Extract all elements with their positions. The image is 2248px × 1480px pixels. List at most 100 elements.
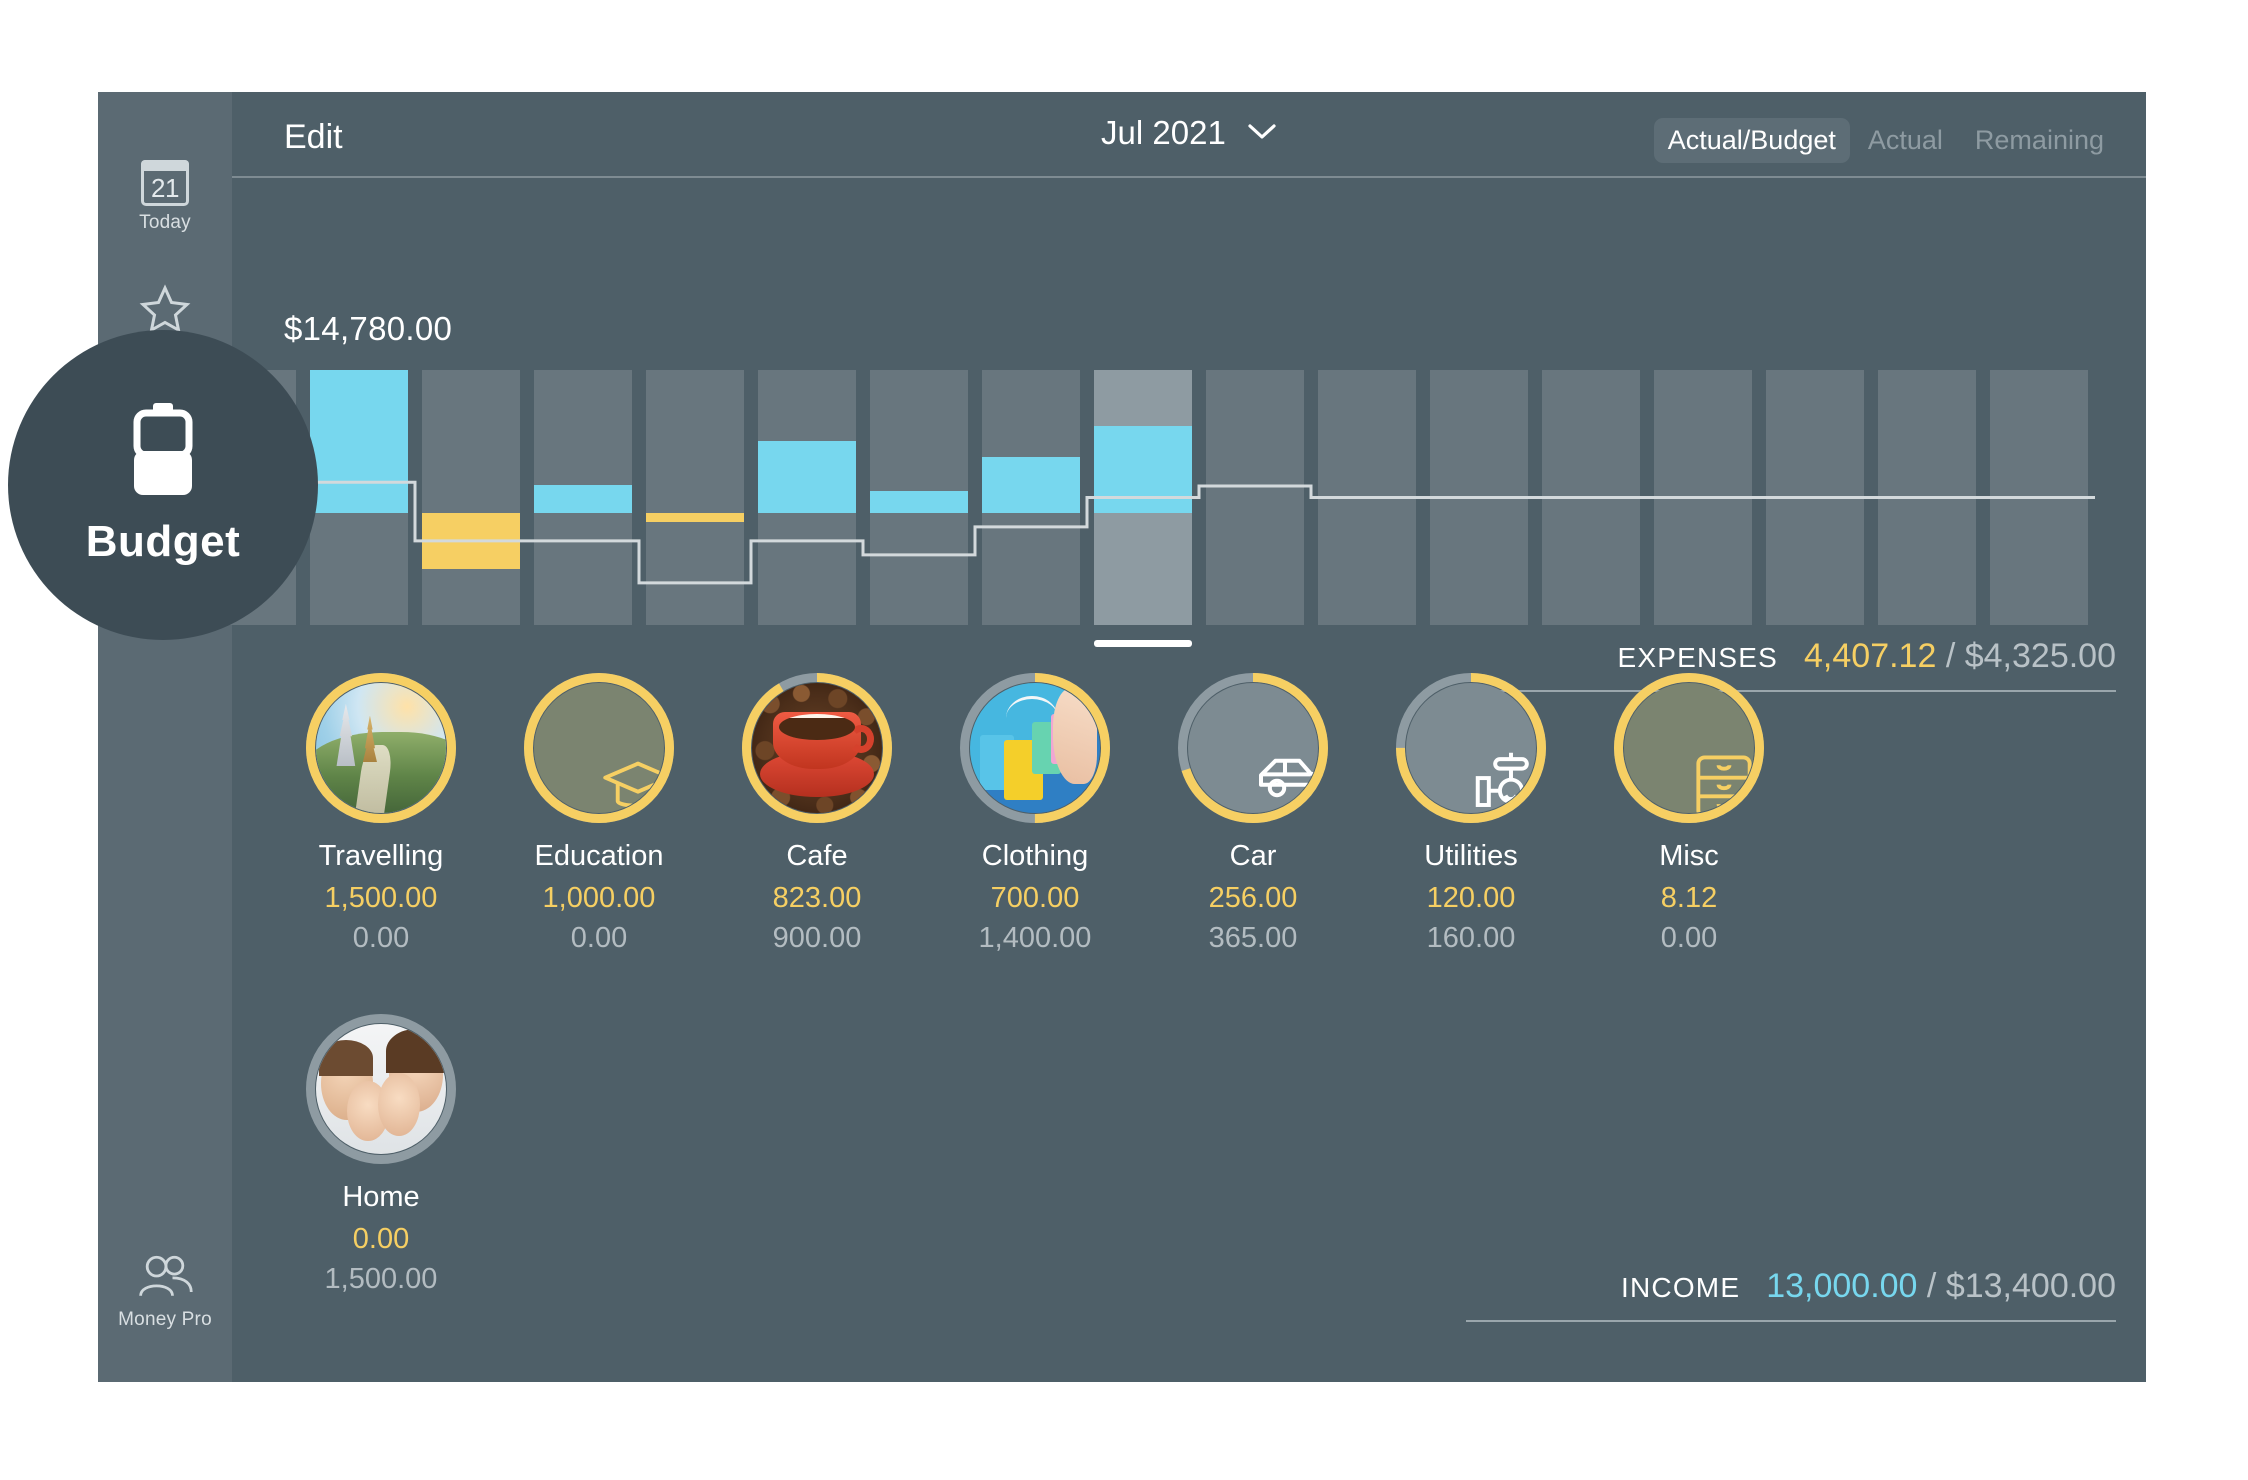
income-rule xyxy=(1466,1320,2116,1322)
chart-bar-background xyxy=(1878,370,1976,625)
sidebar-item-today[interactable]: 21 Today xyxy=(98,160,232,234)
income-label: INCOME xyxy=(1621,1272,1741,1303)
chart-bar-deficit xyxy=(646,512,744,522)
sidebar-item-money-pro-label: Money Pro xyxy=(118,1309,212,1330)
tab-actual-budget[interactable]: Actual/Budget xyxy=(1653,118,1850,163)
category-actual: 256.00 xyxy=(1208,882,1298,914)
category-progress-ring[interactable] xyxy=(305,672,457,824)
chart-bar-background xyxy=(1990,370,2088,625)
sidebar-item-money-pro[interactable]: Money Pro xyxy=(98,1254,232,1331)
category-actual: 8.12 xyxy=(1660,882,1718,914)
category-budget: 160.00 xyxy=(1426,922,1516,954)
sidebar-item-today-label: Today xyxy=(139,212,191,233)
category-ring-svg xyxy=(960,673,1110,823)
chart-bar[interactable] xyxy=(1542,370,1640,625)
chart-bar-background xyxy=(1318,370,1416,625)
view-mode-segmented-control[interactable]: Actual/Budget Actual Remaining xyxy=(1653,118,2118,163)
income-summary: INCOME 13,000.00 / $13,400.00 xyxy=(1466,1267,2116,1322)
category-budget: 365.00 xyxy=(1208,922,1298,954)
expenses-values: 4,407.12 / $4,325.00 xyxy=(1804,637,2116,676)
category-item[interactable]: Utilities 120.00 160.00 xyxy=(1362,672,1580,955)
chart-bar-deficit xyxy=(422,512,520,569)
category-progress-ring[interactable] xyxy=(959,672,1111,824)
chart-bar[interactable] xyxy=(1094,370,1192,647)
chart-bar-surplus xyxy=(870,491,968,513)
category-ring-svg xyxy=(742,673,892,823)
left-sidebar: 21 Today Money Pro xyxy=(98,92,232,1382)
expenses-separator: / xyxy=(1945,637,1956,675)
category-name: Travelling xyxy=(318,840,444,872)
calendar-day: 21 xyxy=(151,173,179,203)
chart-bar[interactable] xyxy=(1990,370,2088,625)
people-icon xyxy=(139,1255,193,1297)
chart-bar-background xyxy=(1206,370,1304,625)
star-icon xyxy=(139,284,191,333)
category-progress-ring[interactable] xyxy=(305,1013,457,1165)
expenses-label: EXPENSES xyxy=(1617,642,1779,673)
chart-bar[interactable] xyxy=(870,370,968,625)
category-ring-svg xyxy=(306,1014,456,1164)
category-actual: 1,500.00 xyxy=(324,882,438,914)
category-item[interactable]: Travelling 1,500.00 0.00 xyxy=(272,672,490,955)
chart-bar-background xyxy=(1654,370,1752,625)
chart-bar[interactable] xyxy=(758,370,856,625)
chart-bar-background xyxy=(646,370,744,625)
category-name: Misc xyxy=(1659,840,1719,872)
budget-badge-label: Budget xyxy=(85,517,241,566)
chart-bar[interactable] xyxy=(1878,370,1976,625)
tab-remaining[interactable]: Remaining xyxy=(1961,118,2118,163)
main-pane: Edit Jul 2021 Actual/Budget Actual Remai… xyxy=(198,92,2146,1382)
chart-bar-surplus xyxy=(1094,426,1192,513)
month-label: Jul 2021 xyxy=(1101,114,1226,151)
chart-bar-background xyxy=(422,370,520,625)
category-item[interactable]: Cafe 823.00 900.00 xyxy=(708,672,926,955)
category-progress-ring[interactable] xyxy=(1395,672,1547,824)
category-grid: Travelling 1,500.00 0.00 Education 1,000.00 0… xyxy=(272,672,2126,1296)
chart-selected-marker xyxy=(1094,640,1192,647)
chart-bar[interactable] xyxy=(1318,370,1416,625)
screenshot-root: 21 Today Money Pro Edit Jul 2021 Actual/… xyxy=(0,0,2248,1480)
expenses-actual: 4,407.12 xyxy=(1804,637,1937,675)
chart-bar[interactable] xyxy=(310,370,408,625)
chart-bar[interactable] xyxy=(534,370,632,625)
chart-bar[interactable] xyxy=(646,370,744,625)
chart-bar-surplus xyxy=(982,456,1080,513)
category-budget: 1,400.00 xyxy=(978,922,1092,954)
category-name: Education xyxy=(534,840,664,872)
chart-bar-background xyxy=(1430,370,1528,625)
chart-bar[interactable] xyxy=(982,370,1080,625)
chart-bar[interactable] xyxy=(422,370,520,625)
category-budget: 1,500.00 xyxy=(324,1263,438,1295)
chart-bar[interactable] xyxy=(1430,370,1528,625)
category-item[interactable]: Education 1,000.00 0.00 xyxy=(490,672,708,955)
category-actual: 700.00 xyxy=(990,882,1080,914)
category-progress-ring[interactable] xyxy=(523,672,675,824)
chart-bar[interactable] xyxy=(1206,370,1304,625)
category-item[interactable]: Clothing 700.00 1,400.00 xyxy=(926,672,1144,955)
category-name: Car xyxy=(1229,840,1277,872)
category-budget: 900.00 xyxy=(772,922,862,954)
chart-bar[interactable] xyxy=(1654,370,1752,625)
category-name: Utilities xyxy=(1424,840,1518,872)
category-item[interactable]: Car 256.00 365.00 xyxy=(1144,672,1362,955)
budget-bar-chart[interactable] xyxy=(198,370,2146,660)
chevron-down-icon xyxy=(1247,111,1277,149)
category-budget: 0.00 xyxy=(352,922,410,954)
chart-bar-background xyxy=(1542,370,1640,625)
chart-bar-surplus xyxy=(534,484,632,513)
app-window: 21 Today Money Pro Edit Jul 2021 Actual/… xyxy=(98,92,2146,1382)
category-ring-svg xyxy=(306,673,456,823)
income-separator: / xyxy=(1926,1267,1937,1305)
category-progress-ring[interactable] xyxy=(1613,672,1765,824)
category-budget: 0.00 xyxy=(1660,922,1718,954)
category-actual: 823.00 xyxy=(772,882,862,914)
category-item[interactable]: Home 0.00 1,500.00 xyxy=(272,1013,490,1296)
category-item[interactable]: Misc 8.12 0.00 xyxy=(1580,672,1798,955)
chart-bar[interactable] xyxy=(1766,370,1864,625)
category-budget: 0.00 xyxy=(570,922,628,954)
category-actual: 120.00 xyxy=(1426,882,1516,914)
category-progress-ring[interactable] xyxy=(741,672,893,824)
category-progress-ring[interactable] xyxy=(1177,672,1329,824)
budget-badge[interactable]: Budget xyxy=(8,330,318,640)
tab-actual[interactable]: Actual xyxy=(1854,118,1957,163)
